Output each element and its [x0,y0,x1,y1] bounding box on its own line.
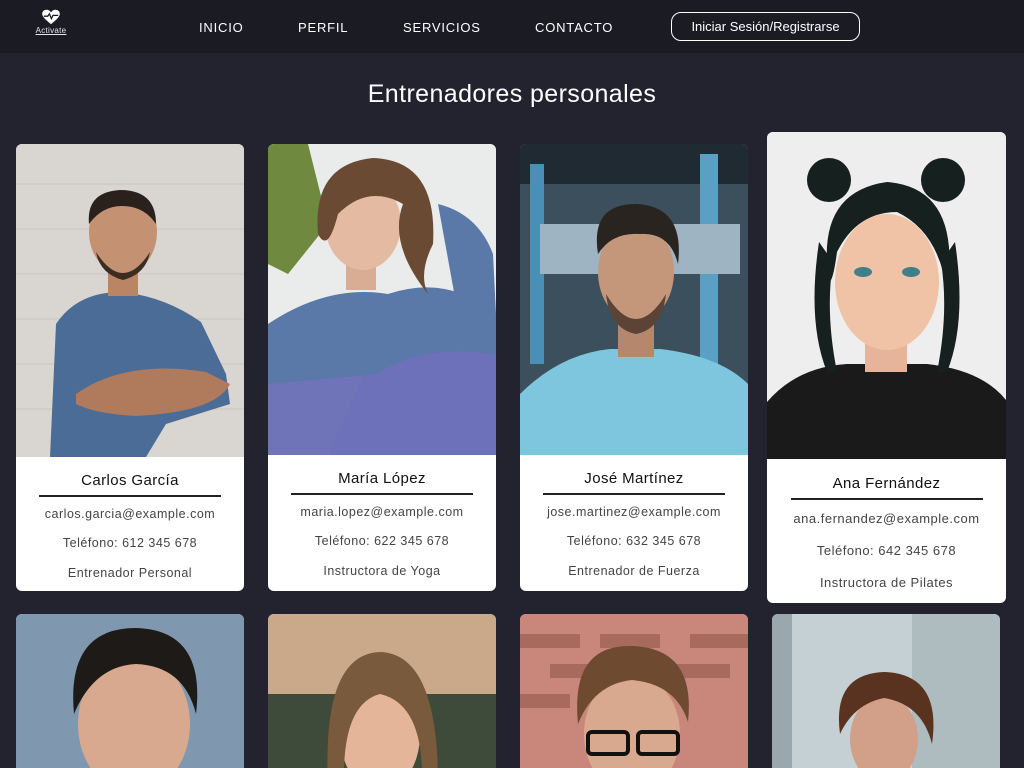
trainer-card[interactable]: María López maria.lopez@example.com Telé… [268,144,496,591]
logo[interactable]: Activate [32,9,70,43]
trainer-card[interactable]: Carlos García carlos.garcia@example.com … [16,144,244,591]
trainer-card[interactable]: Ana Fernández ana.fernandez@example.com … [767,132,1006,603]
trainer-role: Instructora de Yoga [323,564,441,578]
trainer-info: José Martínez jose.martinez@example.com … [520,470,748,578]
logo-text: Activate [35,26,67,35]
trainer-name: José Martínez [584,470,684,487]
trainer-role: Entrenador de Fuerza [568,564,700,578]
trainer-role: Instructora de Pilates [819,575,954,590]
divider [39,495,221,497]
page-title: Entrenadores personales [367,80,657,108]
trainer-photo [16,144,244,457]
divider [790,498,983,500]
divider [291,493,473,495]
trainer-photo [767,132,1006,459]
trainer-name: Ana Fernández [832,475,941,492]
trainer-name: Carlos García [81,472,179,489]
trainer-email[interactable]: carlos.garcia@example.com [16,507,244,521]
trainer-email[interactable]: ana.fernandez@example.com [767,511,1006,526]
nav-link-contacto[interactable]: CONTACTO [535,20,613,35]
trainer-photo [772,614,1000,768]
trainer-phone: Teléfono: 642 345 678 [816,543,957,558]
trainer-name: María López [338,470,426,487]
trainer-phone: Teléfono: 632 345 678 [566,534,702,548]
trainer-phone: Teléfono: 612 345 678 [62,536,198,550]
trainer-card[interactable] [772,614,1000,768]
nav-link-perfil[interactable]: PERFIL [298,20,348,35]
trainer-card[interactable] [268,614,496,768]
heart-pulse-icon [42,9,60,25]
trainer-card[interactable]: José Martínez jose.martinez@example.com … [520,144,748,591]
trainer-photo [268,614,496,768]
trainer-email[interactable]: maria.lopez@example.com [268,505,496,519]
trainer-info: Ana Fernández ana.fernandez@example.com … [767,475,1006,590]
trainer-card[interactable] [16,614,244,768]
trainer-phone: Teléfono: 622 345 678 [314,534,450,548]
trainer-email[interactable]: jose.martinez@example.com [520,505,748,519]
trainer-info: Carlos García carlos.garcia@example.com … [16,472,244,580]
trainer-photo [268,144,496,455]
trainer-photo [520,144,748,455]
trainer-photo [520,614,748,768]
nav-link-servicios[interactable]: SERVICIOS [403,20,481,35]
trainer-info: María López maria.lopez@example.com Telé… [268,470,496,578]
divider [543,493,725,495]
navbar: Activate INICIO PERFIL SERVICIOS CONTACT… [0,0,1024,53]
trainer-role: Entrenador Personal [67,566,193,580]
trainer-card[interactable] [520,614,748,768]
trainer-photo [16,614,244,768]
login-register-button[interactable]: Iniciar Sesión/Registrarse [671,12,860,41]
nav-link-inicio[interactable]: INICIO [199,20,244,35]
